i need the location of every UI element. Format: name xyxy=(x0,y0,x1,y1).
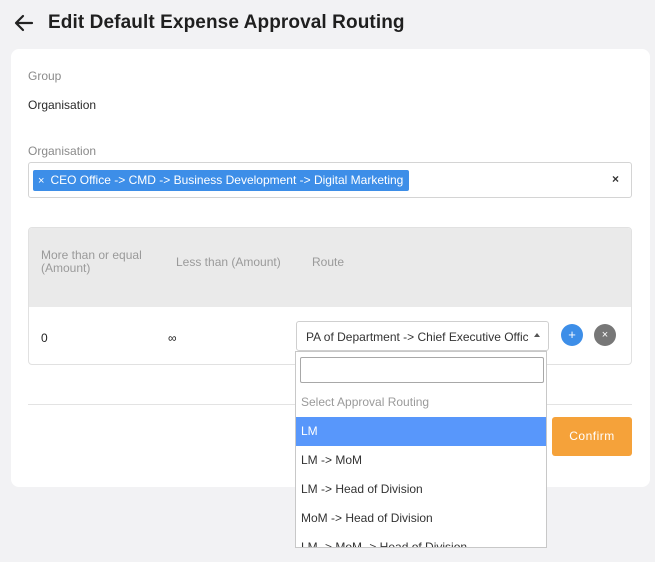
route-dropdown: Select Approval Routing LM LM -> MoM LM … xyxy=(295,351,547,548)
clear-selection-icon[interactable]: × xyxy=(612,172,619,186)
header-min-amount: More than or equal (Amount) xyxy=(41,248,142,275)
group-label: Group xyxy=(28,69,62,83)
dropdown-search-input[interactable] xyxy=(300,357,544,383)
page-title: Edit Default Expense Approval Routing xyxy=(48,12,405,33)
header-max-amount: Less than (Amount) xyxy=(176,255,281,269)
dropdown-option[interactable]: LM -> MoM xyxy=(296,446,546,475)
page-header: Edit Default Expense Approval Routing xyxy=(0,0,655,48)
route-select[interactable]: PA of Department -> Chief Executive Offi… xyxy=(296,321,549,351)
add-row-button[interactable]: + xyxy=(561,324,583,346)
cell-max-amount: ∞ xyxy=(168,331,177,345)
routing-table: More than or equal (Amount) Less than (A… xyxy=(28,227,632,365)
organisation-label: Organisation xyxy=(28,144,97,158)
back-arrow-icon[interactable] xyxy=(12,11,36,35)
remove-row-button[interactable]: × xyxy=(594,324,616,346)
route-selected-value: PA of Department -> Chief Executive Offi… xyxy=(306,330,528,344)
organisation-multiselect[interactable]: × CEO Office -> CMD -> Business Developme… xyxy=(28,162,632,198)
cell-min-amount: 0 xyxy=(41,331,48,345)
dropdown-option[interactable]: LM -> MoM -> Head of Division xyxy=(296,533,546,547)
tag-remove-icon[interactable]: × xyxy=(38,175,44,187)
dropdown-option[interactable]: LM -> Head of Division xyxy=(296,475,546,504)
dropdown-option-placeholder: Select Approval Routing xyxy=(301,395,430,409)
organisation-tag: × CEO Office -> CMD -> Business Developme… xyxy=(33,170,410,191)
confirm-button[interactable]: Confirm xyxy=(552,417,632,456)
caret-up-icon xyxy=(534,333,540,337)
dropdown-options: Select Approval Routing LM LM -> MoM LM … xyxy=(296,388,546,547)
dropdown-option[interactable]: LM xyxy=(296,417,546,446)
group-value: Organisation xyxy=(28,98,97,112)
table-header: More than or equal (Amount) Less than (A… xyxy=(29,228,631,307)
header-route: Route xyxy=(312,255,345,269)
tag-label: CEO Office -> CMD -> Business Developmen… xyxy=(50,173,404,187)
dropdown-option[interactable]: MoM -> Head of Division xyxy=(296,504,546,533)
